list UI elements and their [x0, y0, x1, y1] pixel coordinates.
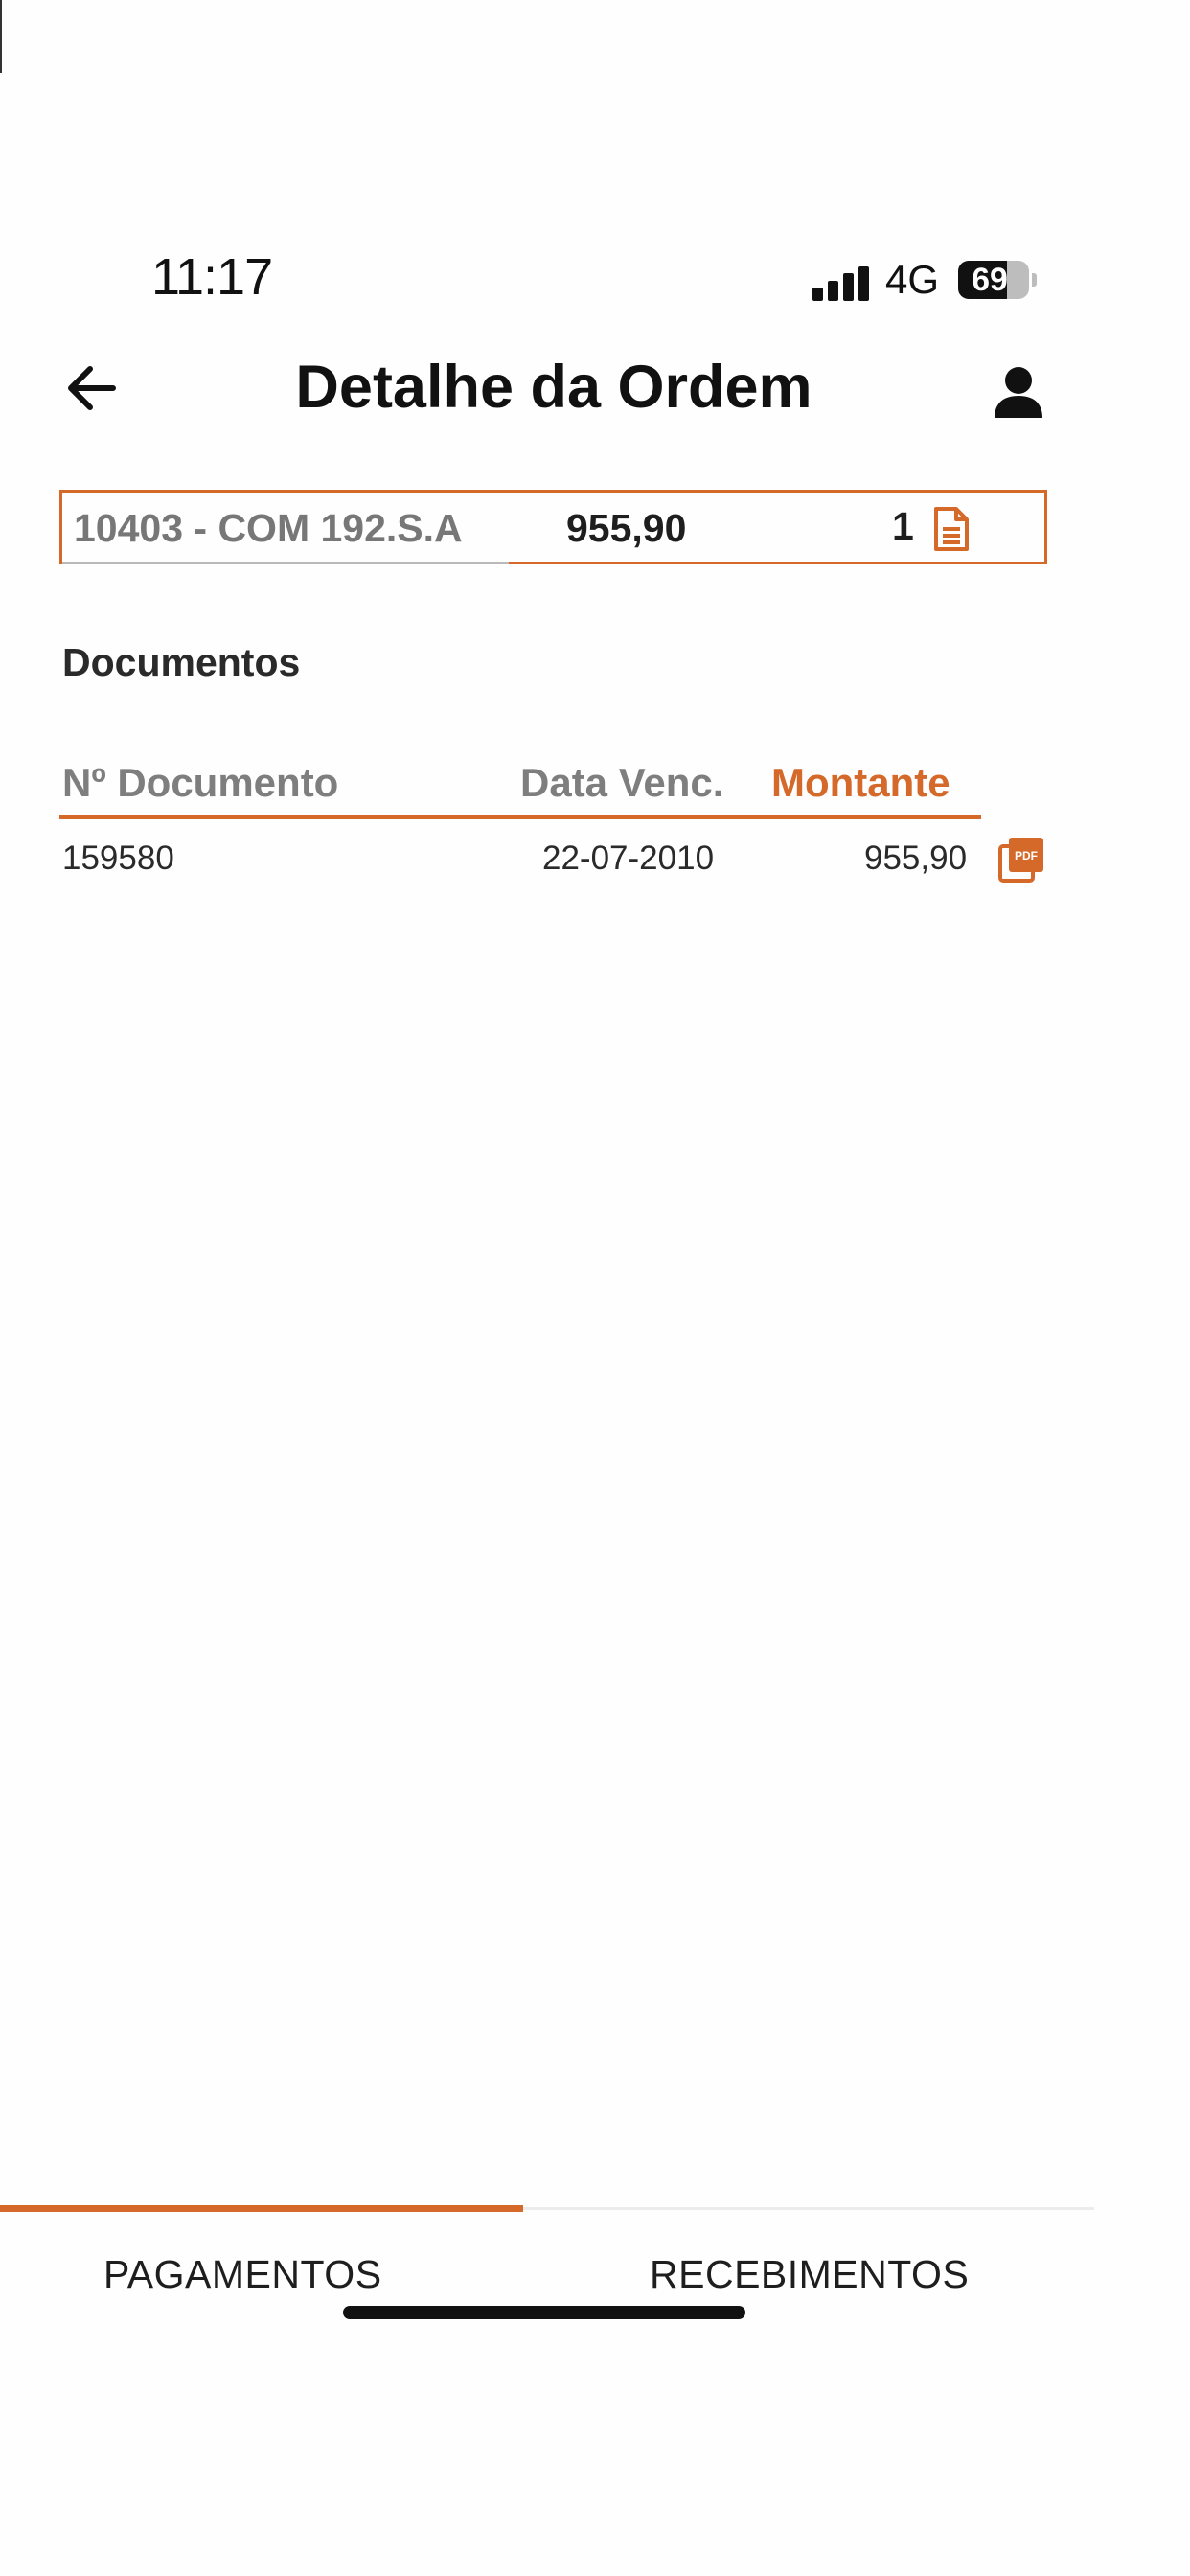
- home-indicator[interactable]: [343, 2306, 745, 2319]
- column-header-due-date[interactable]: Data Venc.: [520, 760, 723, 806]
- column-header-document-number[interactable]: Nº Documento: [62, 760, 338, 806]
- document-number: 159580: [62, 840, 174, 877]
- document-amount: 955,90: [864, 840, 968, 877]
- table-header-divider: [59, 815, 981, 819]
- order-name: 10403 - COM 192.S.A: [74, 506, 463, 550]
- tab-pagamentos[interactable]: PAGAMENTOS: [103, 2252, 382, 2297]
- order-document-count: 1: [892, 504, 914, 548]
- svg-text:PDF: PDF: [1015, 849, 1038, 862]
- section-title-documents: Documentos: [62, 640, 301, 684]
- screen-edge-marker: [0, 0, 2, 73]
- pdf-icon[interactable]: PDF: [998, 837, 1044, 883]
- profile-button[interactable]: [985, 358, 1052, 426]
- status-time: 11:17: [151, 248, 273, 306]
- column-header-amount[interactable]: Montante: [771, 760, 950, 806]
- tab-recebimentos[interactable]: RECEBIMENTOS: [650, 2252, 969, 2297]
- battery-icon: 69: [958, 261, 1037, 299]
- order-name-underline: [62, 562, 509, 564]
- cellular-signal-icon: [812, 266, 870, 301]
- battery-level: 69: [972, 262, 1008, 298]
- network-type: 4G: [885, 257, 940, 302]
- active-tab-indicator: [0, 2205, 523, 2212]
- order-summary[interactable]: 10403 - COM 192.S.A 955,90 1: [59, 490, 1047, 564]
- document-due-date: 22-07-2010: [542, 840, 715, 877]
- order-amount: 955,90: [566, 506, 687, 550]
- file-text-icon[interactable]: [930, 506, 971, 552]
- page-title: Detalhe da Ordem: [295, 354, 812, 421]
- user-icon: [995, 367, 1042, 418]
